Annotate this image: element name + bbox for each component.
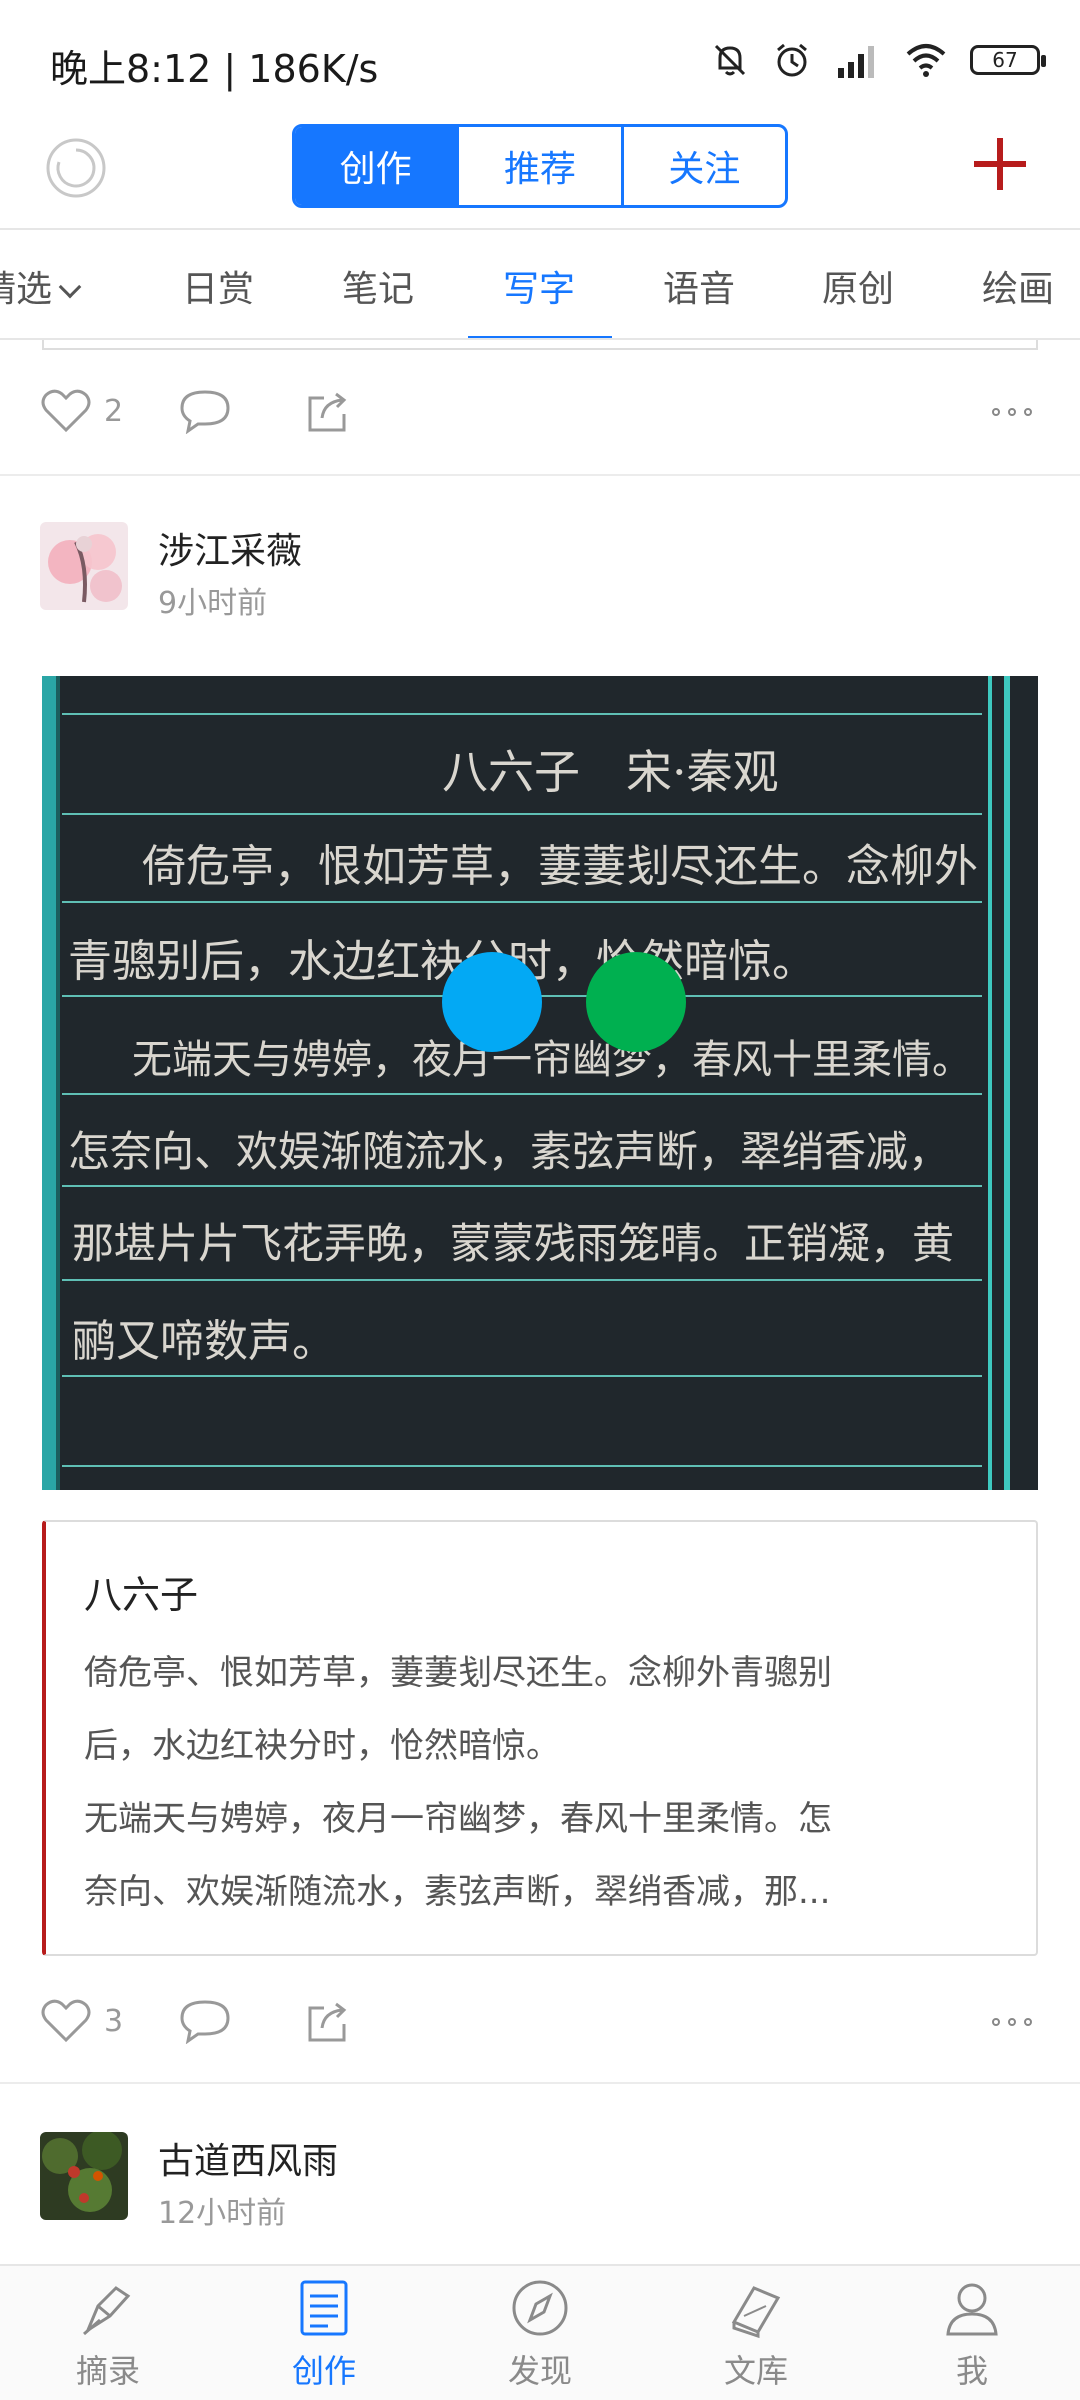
share-button[interactable] (304, 388, 350, 434)
wifi-icon (906, 44, 946, 77)
touch-indicator-green (586, 952, 686, 1052)
post-author[interactable]: 涉江采薇 9小时前 (0, 522, 1080, 622)
more-options-icon[interactable] (992, 408, 1032, 416)
post-actions: 3 (0, 1982, 1080, 2062)
bottom-nav: 摘录 创作 发现 文库 我 (0, 2264, 1080, 2400)
previous-card-edge (42, 340, 1038, 350)
category-writing[interactable]: 写字 (503, 260, 575, 312)
comment-button[interactable] (178, 1998, 232, 2044)
more-options-icon[interactable] (992, 2018, 1032, 2026)
avatar[interactable] (40, 522, 128, 610)
post-time: 12小时前 (158, 2196, 287, 2231)
category-daily[interactable]: 日赏 (182, 260, 254, 312)
share-icon (308, 2002, 347, 2042)
touch-indicator-blue (442, 952, 542, 1052)
nav-discover[interactable]: 发现 (432, 2266, 648, 2400)
post-text-line: 奈向、欢娱渐随流水，素弦声断，翠绡香减，那... (84, 1872, 831, 1912)
nav-label: 创作 (291, 2352, 356, 2390)
alarm-icon (777, 43, 807, 77)
post-title: 八六子 (84, 1573, 199, 1617)
battery-level: 67 (992, 48, 1018, 72)
mute-bell-icon (714, 44, 746, 76)
post-text-line: 无端天与娉婷，夜月一帘幽梦，春风十里柔情。怎 (84, 1799, 832, 1839)
books-icon (731, 2286, 781, 2339)
status-bar: 晚上8:12 | 186K/s 67 (0, 0, 1080, 120)
category-original[interactable]: 原创 (822, 260, 894, 312)
nav-excerpt[interactable]: 摘录 (0, 2266, 216, 2400)
author-name[interactable]: 古道西风雨 (158, 2132, 338, 2184)
post-text-card[interactable]: 八六子 倚危亭、恨如芳草，萋萋刬尽还生。念柳外青骢别 后，水边红袂分时，怆然暗惊… (42, 1520, 1038, 1956)
compass-icon (512, 2280, 568, 2336)
category-tabs: 精选 日赏 笔记 写字 语音 原创 绘画 (0, 228, 1080, 340)
category-painting[interactable]: 绘画 (982, 260, 1054, 312)
heart-icon (41, 1999, 91, 2043)
document-icon (300, 2280, 348, 2336)
handwriting-line: 倚危亭，恨如芳草，萋萋刬尽还生。念柳外 (142, 841, 978, 892)
handwriting-line: 那堪片片飞花弄晚，蒙蒙残雨笼晴。正销凝，黄 (72, 1219, 954, 1268)
post-text-line: 倚危亭、恨如芳草，萋萋刬尽还生。念柳外青骢别 (84, 1653, 832, 1693)
tab-recommended[interactable]: 推荐 (456, 127, 620, 205)
signal-icon (838, 46, 874, 78)
status-time: 晚上8:12 | 186K/s (50, 47, 379, 91)
nav-label: 文库 (723, 2352, 788, 2390)
like-button[interactable]: 3 (40, 1998, 123, 2044)
post-divider (0, 2082, 1080, 2084)
like-button[interactable]: 2 (40, 388, 123, 434)
category-label: 精选 (0, 269, 53, 310)
post-time: 9小时前 (158, 586, 268, 621)
feed-segment-control: 创作 推荐 关注 (292, 124, 788, 208)
nav-me[interactable]: 我 (864, 2266, 1080, 2400)
like-count: 3 (104, 2003, 124, 2039)
handwriting-line: 青骢别后，水边红袂分时，怆然暗惊。 (68, 936, 816, 987)
post-text-line: 后，水边红袂分时，怆然暗惊。 (84, 1726, 560, 1766)
handwriting-line: 鹂又啼数声。 (72, 1316, 336, 1367)
person-icon (946, 2283, 998, 2336)
next-post-author[interactable]: 古道西风雨 12小时前 (0, 2132, 1080, 2232)
handwriting-line: 怎奈向、欢娱渐随流水，素弦声断，翠绡香减， (68, 1127, 950, 1176)
add-icon[interactable] (970, 134, 1030, 194)
nav-creation[interactable]: 创作 (216, 2266, 432, 2400)
refresh-icon[interactable] (44, 136, 108, 200)
category-featured[interactable]: 精选 (0, 260, 82, 312)
handwriting-line: 无端天与娉婷，夜月一帘幽梦，春风十里柔情。 (132, 1037, 972, 1083)
avatar[interactable] (40, 2132, 128, 2220)
like-count: 2 (104, 393, 124, 429)
status-icons: 67 (710, 40, 1046, 80)
top-header: 创作 推荐 关注 (0, 120, 1080, 230)
share-icon (308, 392, 347, 432)
heart-icon (41, 389, 91, 433)
tab-following[interactable]: 关注 (620, 127, 785, 205)
nav-label: 我 (955, 2352, 988, 2390)
category-voice[interactable]: 语音 (663, 260, 735, 312)
share-button[interactable] (304, 1998, 350, 2044)
battery-icon: 67 (970, 45, 1046, 75)
post-divider (0, 474, 1080, 476)
nav-label: 发现 (507, 2352, 572, 2390)
quill-icon (83, 2286, 131, 2336)
post-image[interactable]: 八六子 宋·秦观 倚危亭，恨如芳草，萋萋刬尽还生。念柳外 青骢别后，水边红袂分时… (42, 676, 1038, 1490)
comment-icon (180, 390, 230, 434)
category-notes[interactable]: 笔记 (342, 260, 414, 312)
author-name[interactable]: 涉江采薇 (158, 522, 302, 574)
handwriting-title: 八六子 宋·秦观 (442, 745, 779, 799)
comment-icon (180, 2000, 230, 2044)
chevron-down-icon (58, 275, 82, 299)
comment-button[interactable] (178, 388, 232, 434)
nav-label: 摘录 (75, 2352, 140, 2390)
prev-post-actions: 2 (0, 372, 1080, 452)
tab-creation[interactable]: 创作 (295, 127, 457, 205)
nav-library[interactable]: 文库 (648, 2266, 864, 2400)
